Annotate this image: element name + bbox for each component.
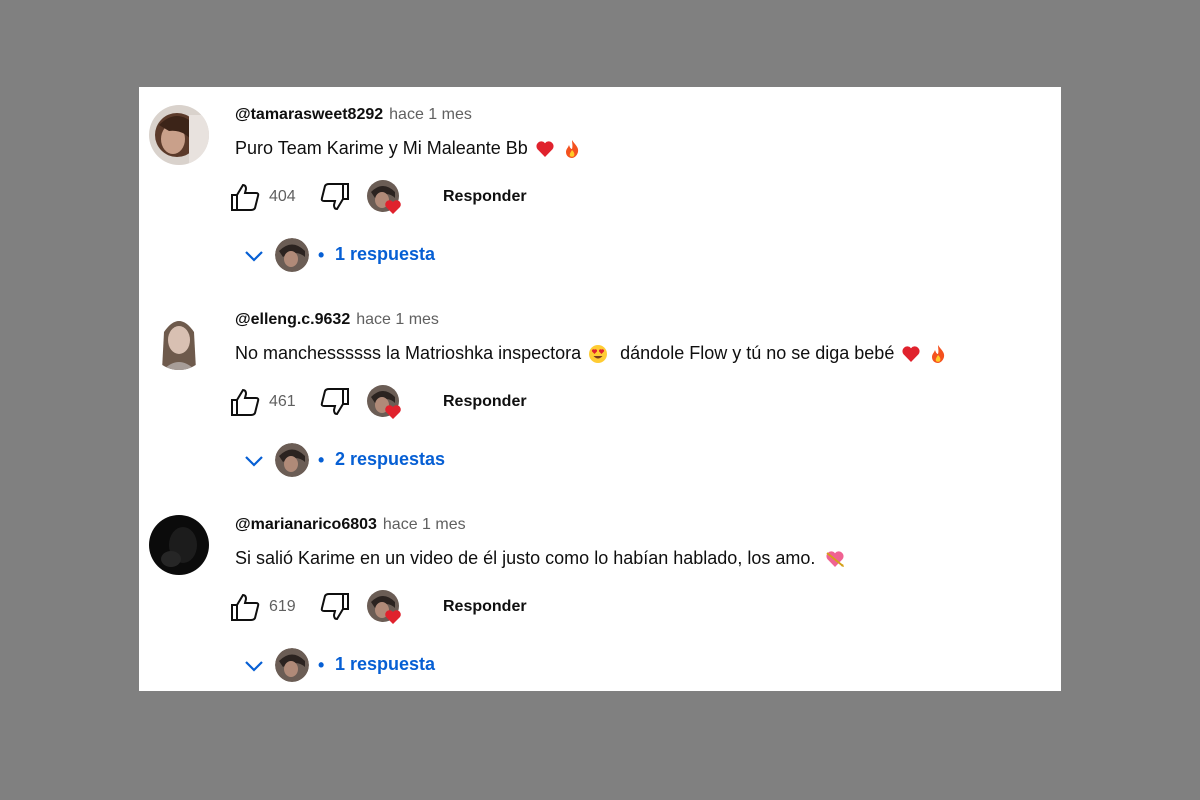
thumbs-up-icon[interactable] [229, 182, 261, 212]
separator-dot: • [318, 245, 325, 265]
reply-button[interactable]: Responder [443, 598, 527, 616]
view-replies-button[interactable]: • 1 respuesta [235, 236, 535, 276]
comment-item: @marianarico6803 hace 1 mes Si salió Kari… [139, 497, 1061, 702]
comment-author[interactable]: @marianarico6803 [235, 516, 377, 533]
reply-button[interactable]: Responder [443, 188, 527, 206]
view-replies-button[interactable]: • 2 respuestas [235, 441, 535, 481]
reply-button[interactable]: Responder [443, 393, 527, 411]
comment-body: Puro Team Karime y Mi Maleante Bb [235, 138, 528, 158]
reply-avatar [275, 238, 309, 272]
replies-count[interactable]: 1 respuesta [335, 244, 435, 265]
chevron-down-icon [245, 661, 263, 672]
comment-body-continued: dándole Flow y tú no se diga bebé [620, 343, 895, 363]
comment-item: @elleng.c.9632 hace 1 mes No manchessssss… [139, 292, 1061, 497]
replies-count[interactable]: 2 respuestas [335, 449, 445, 470]
heart-with-arrow-icon [826, 550, 845, 567]
like-count: 404 [269, 188, 296, 205]
creator-heart-badge [367, 385, 403, 421]
comment-body: No manchessssss la Matrioshka inspectora [235, 343, 582, 363]
comment-text: No manchessssss la Matrioshka inspectora… [235, 343, 948, 364]
comment-time[interactable]: hace 1 mes [383, 516, 466, 533]
red-heart-icon [536, 140, 554, 157]
comments-panel: @tamarasweet8292 hace 1 mes Puro Team Kar… [139, 87, 1061, 691]
fire-icon [932, 344, 945, 363]
comment-actions: 404 Responder [229, 180, 629, 216]
red-heart-icon [902, 345, 920, 362]
comment-actions: 619 Responder [229, 590, 629, 626]
separator-dot: • [318, 450, 325, 470]
comment-item: @tamarasweet8292 hace 1 mes Puro Team Kar… [139, 87, 1061, 292]
heart-eyes-icon [589, 344, 608, 363]
chevron-down-icon [245, 456, 263, 467]
comment-header: @tamarasweet8292 hace 1 mes [235, 106, 472, 124]
fire-icon [565, 139, 578, 158]
comment-header: @elleng.c.9632 hace 1 mes [235, 311, 439, 329]
comment-time[interactable]: hace 1 mes [389, 106, 472, 123]
thumbs-up-icon[interactable] [229, 387, 261, 417]
view-replies-button[interactable]: • 1 respuesta [235, 646, 535, 686]
replies-count[interactable]: 1 respuesta [335, 654, 435, 675]
creator-heart-badge [367, 590, 403, 626]
comment-actions: 461 Responder [229, 385, 629, 421]
comment-text: Puro Team Karime y Mi Maleante Bb [235, 138, 582, 159]
thumbs-down-icon[interactable] [319, 182, 351, 212]
comment-author[interactable]: @tamarasweet8292 [235, 106, 383, 123]
thumbs-down-icon[interactable] [319, 592, 351, 622]
thumbs-down-icon[interactable] [319, 387, 351, 417]
comment-body: Si salió Karime en un video de él justo … [235, 548, 816, 568]
comment-text: Si salió Karime en un video de él justo … [235, 548, 845, 569]
comment-header: @marianarico6803 hace 1 mes [235, 516, 466, 534]
reply-avatar [275, 648, 309, 682]
avatar[interactable] [149, 105, 209, 165]
chevron-down-icon [245, 251, 263, 262]
like-count: 461 [269, 393, 296, 410]
comment-author[interactable]: @elleng.c.9632 [235, 311, 350, 328]
thumbs-up-icon[interactable] [229, 592, 261, 622]
avatar[interactable] [149, 310, 209, 370]
reply-avatar [275, 443, 309, 477]
creator-heart-badge [367, 180, 403, 216]
avatar[interactable] [149, 515, 209, 575]
like-count: 619 [269, 598, 296, 615]
comment-time[interactable]: hace 1 mes [356, 311, 439, 328]
separator-dot: • [318, 655, 325, 675]
